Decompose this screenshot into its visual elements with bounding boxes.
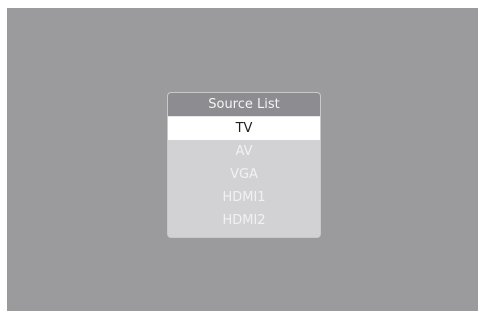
- source-list-items: TV AV VGA HDMI1 HDMI2: [168, 117, 320, 232]
- source-list-menu: Source List TV AV VGA HDMI1 HDMI2: [167, 92, 321, 238]
- tv-screen: Source List TV AV VGA HDMI1 HDMI2: [7, 8, 478, 311]
- source-item-hdmi2[interactable]: HDMI2: [168, 209, 320, 232]
- source-item-av[interactable]: AV: [168, 140, 320, 163]
- source-list-title: Source List: [168, 93, 320, 117]
- source-item-vga[interactable]: VGA: [168, 163, 320, 186]
- source-item-tv[interactable]: TV: [168, 117, 320, 140]
- source-item-hdmi1[interactable]: HDMI1: [168, 186, 320, 209]
